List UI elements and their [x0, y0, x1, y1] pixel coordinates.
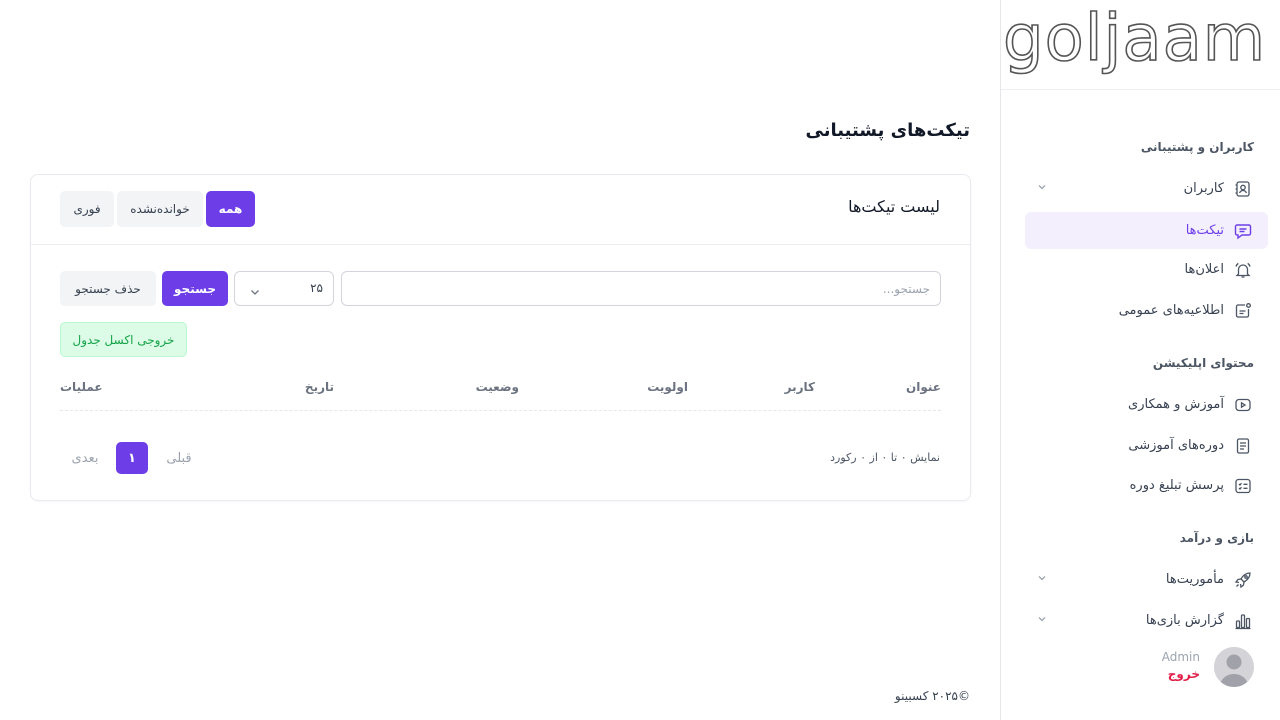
column-header-priority[interactable]: اولویت: [647, 380, 688, 394]
book-icon: [1234, 437, 1252, 455]
sidebar-item-label: پرسش تبلیغ دوره: [1129, 478, 1224, 493]
column-header-date[interactable]: تاریخ: [305, 380, 334, 394]
sidebar-item-tickets[interactable]: تیکت‌ها: [1025, 212, 1268, 249]
sidebar-item-course-question[interactable]: پرسش تبلیغ دوره: [1025, 467, 1268, 504]
per-page-value: ۲۵: [310, 281, 323, 295]
card-header: لیست تیکت‌ها همه خوانده‌نشده فوری: [31, 175, 970, 245]
sidebar-item-label: کاربران: [1183, 181, 1224, 196]
user-block: Admin خروج: [1040, 646, 1260, 690]
logo-text: goljaam: [1002, 1, 1267, 76]
sidebar-item-announcements[interactable]: اطلاعیه‌های عمومی: [1025, 292, 1268, 329]
card-title: لیست تیکت‌ها: [848, 197, 940, 216]
column-header-user[interactable]: کاربر: [785, 380, 815, 394]
avatar[interactable]: [1214, 647, 1254, 687]
sidebar-item-label: مأموریت‌ها: [1165, 572, 1224, 587]
sidebar-item-label: دوره‌های آموزشی: [1128, 438, 1224, 453]
sidebar-item-label: اطلاعیه‌های عمومی: [1118, 303, 1224, 318]
user-name: Admin: [1161, 650, 1200, 664]
sidebar-item-notifications[interactable]: اعلان‌ها: [1025, 251, 1268, 288]
bell-icon: [1234, 261, 1252, 279]
sidebar-item-missions[interactable]: مأموریت‌ها: [1025, 561, 1268, 598]
per-page-select[interactable]: ۲۵: [234, 271, 334, 306]
search-button[interactable]: جستجو: [162, 271, 228, 306]
chevron-down-icon: [1037, 181, 1047, 196]
chevron-down-icon: [249, 283, 261, 302]
next-page-button[interactable]: بعدی: [68, 442, 102, 474]
announcement-icon: [1234, 302, 1252, 320]
sidebar-item-courses[interactable]: دوره‌های آموزشی: [1025, 427, 1268, 464]
logout-link[interactable]: خروج: [1168, 667, 1200, 681]
users-icon: [1234, 180, 1252, 198]
nav-section-game-revenue: بازی و درآمد: [1179, 531, 1254, 545]
column-header-actions: عملیات: [60, 380, 103, 394]
column-header-title[interactable]: عنوان: [906, 380, 941, 394]
sidebar-item-users[interactable]: کاربران: [1025, 170, 1268, 207]
chevron-down-icon: [1037, 613, 1047, 628]
sidebar-item-label: اعلان‌ها: [1184, 262, 1225, 277]
search-input[interactable]: [341, 271, 941, 306]
list-icon: [1234, 477, 1252, 495]
logo[interactable]: goljaam: [1001, 0, 1280, 90]
column-header-status[interactable]: وضعیت: [476, 380, 519, 394]
tickets-card: لیست تیکت‌ها همه خوانده‌نشده فوری ۲۵ جست…: [30, 174, 971, 501]
message-icon: [1234, 222, 1252, 240]
rocket-icon: [1234, 571, 1252, 589]
sidebar-item-label: آموزش و همکاری: [1128, 397, 1224, 412]
sidebar-item-game-reports[interactable]: گزارش بازی‌ها: [1025, 602, 1268, 639]
page-title: تیکت‌های پشتیبانی: [805, 120, 970, 141]
sidebar-item-education[interactable]: آموزش و همکاری: [1025, 386, 1268, 423]
footer-copyright: ©۲۰۲۵ کسبینو: [894, 689, 970, 703]
page-1-button[interactable]: ۱: [116, 442, 148, 474]
chart-icon: [1234, 612, 1252, 630]
pagination-info: نمایش ۰ تا ۰ از ۰ رکورد: [830, 451, 940, 464]
export-excel-button[interactable]: خروجی اکسل جدول: [60, 322, 187, 357]
sidebar-item-label: گزارش بازی‌ها: [1145, 613, 1224, 628]
filter-unread-button[interactable]: خوانده‌نشده: [117, 191, 203, 227]
sidebar: goljaam کاربران و پشتیبانی کاربران تیکت‌…: [1000, 0, 1280, 720]
prev-page-button[interactable]: قبلی: [164, 442, 194, 474]
filter-urgent-button[interactable]: فوری: [60, 191, 114, 227]
filter-all-button[interactable]: همه: [206, 191, 255, 227]
table-header: عنوان کاربر اولویت وضعیت تاریخ عملیات: [60, 371, 941, 411]
chevron-down-icon: [1037, 572, 1047, 587]
nav-section-app-content: محتوای اپلیکیشن: [1152, 356, 1254, 370]
nav-section-users-support: کاربران و پشتیبانی: [1140, 140, 1254, 154]
video-icon: [1234, 396, 1252, 414]
sidebar-item-label: تیکت‌ها: [1185, 223, 1224, 238]
clear-search-button[interactable]: حذف جستجو: [60, 271, 156, 306]
